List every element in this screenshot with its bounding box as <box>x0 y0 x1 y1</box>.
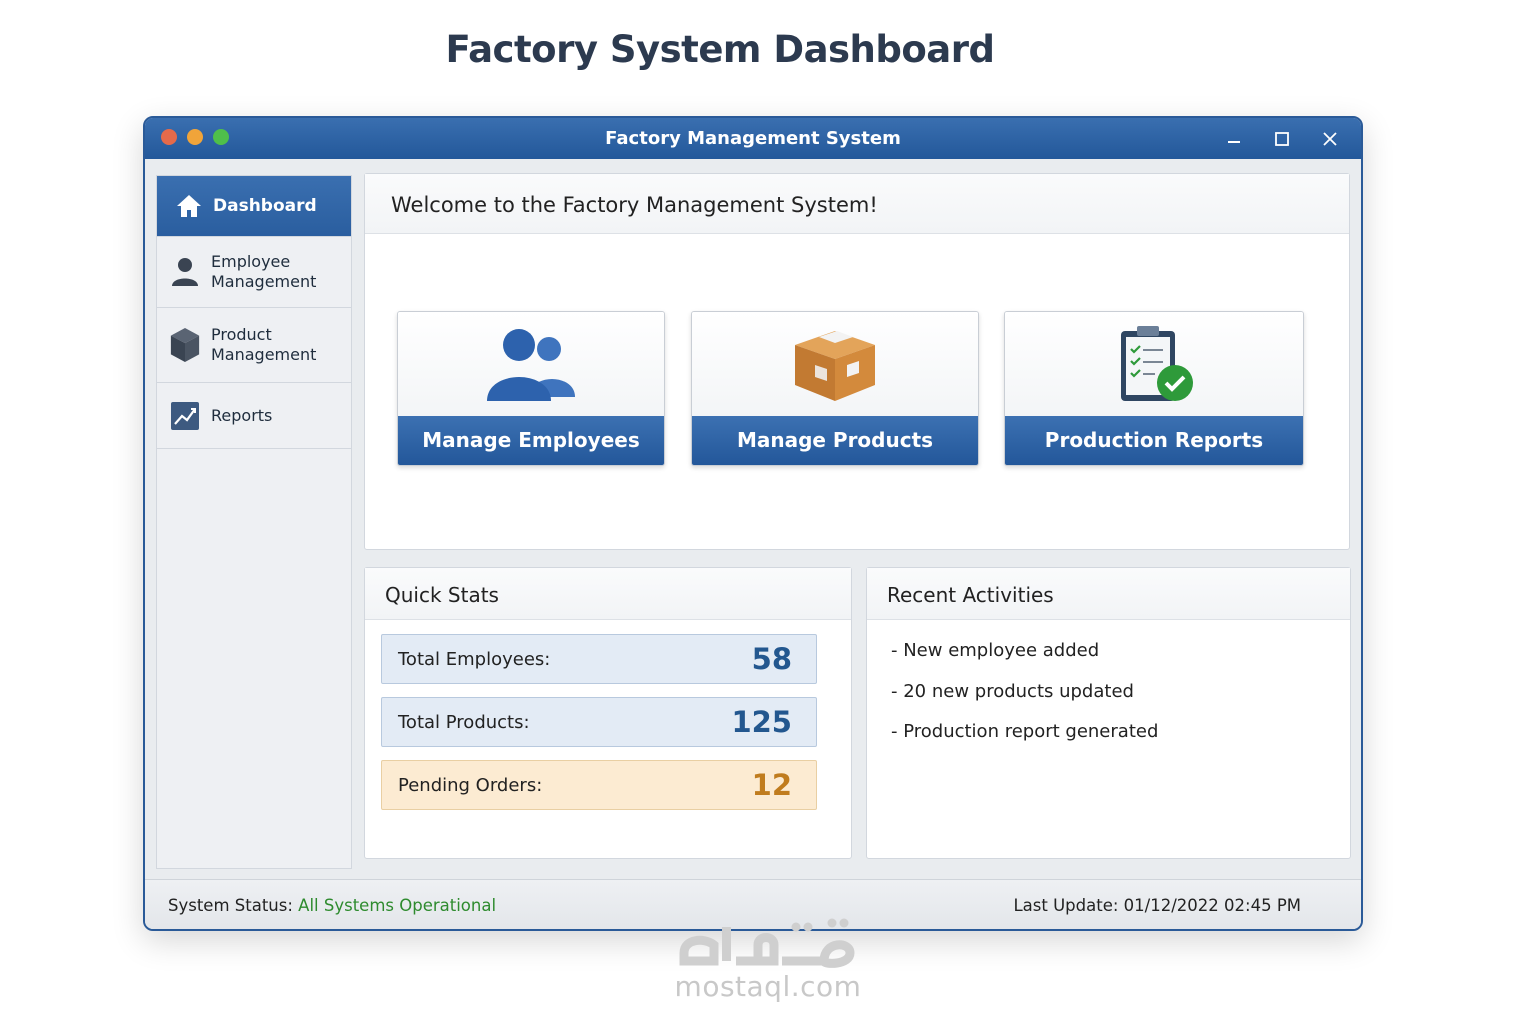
app-window: Factory Management System Dashboard Empl… <box>143 116 1363 931</box>
maximize-icon <box>1275 131 1289 146</box>
cube-icon <box>169 328 201 362</box>
manage-employees-button[interactable]: Manage Employees <box>398 416 664 465</box>
welcome-panel: Welcome to the Factory Management System… <box>364 173 1350 550</box>
sidebar-item-product-management[interactable]: Product Management <box>157 308 351 383</box>
production-reports-card[interactable]: Production Reports <box>1004 311 1304 466</box>
stat-value: 12 <box>751 768 792 802</box>
list-item: - 20 new products updated <box>891 680 1134 702</box>
last-update-label: Last Update: <box>1013 896 1119 915</box>
window-title: Factory Management System <box>605 128 901 149</box>
close-button[interactable] <box>1307 118 1353 159</box>
manage-employees-card[interactable]: Manage Employees <box>397 311 665 466</box>
box-icon <box>795 330 875 401</box>
list-item: - New employee added <box>891 640 1100 661</box>
home-icon <box>173 190 205 222</box>
clipboard-check-icon <box>1121 325 1193 401</box>
recent-activities-title: Recent Activities <box>867 568 1350 620</box>
watermark-text: mostaql.com <box>674 970 862 1003</box>
stat-value: 125 <box>731 705 792 739</box>
stat-label: Total Products: <box>398 711 530 733</box>
last-update-value: 01/12/2022 02:45 PM <box>1123 896 1301 915</box>
sidebar: Dashboard Employee Management Product Ma… <box>156 175 352 869</box>
users-icon <box>487 328 575 401</box>
recent-activities-panel: Recent Activities - New employee added -… <box>866 567 1351 859</box>
sidebar-item-label: Dashboard <box>213 196 317 216</box>
sidebar-item-label: Management <box>211 272 317 291</box>
sidebar-item-dashboard[interactable]: Dashboard <box>157 176 351 237</box>
quick-stats-panel: Quick Stats Total Employees: 58 Total Pr… <box>364 567 852 859</box>
stat-label: Pending Orders: <box>398 774 543 796</box>
stat-label: Total Employees: <box>398 648 551 670</box>
maximize-button[interactable] <box>1259 118 1305 159</box>
user-icon <box>169 256 201 288</box>
sidebar-item-label: Employee <box>211 252 291 271</box>
minimize-button[interactable] <box>1211 118 1257 159</box>
stat-total-products: Total Products: 125 <box>381 697 817 747</box>
title-bar: Factory Management System <box>145 118 1361 159</box>
close-icon <box>1323 131 1337 146</box>
sidebar-item-label: Product <box>211 325 272 344</box>
quick-stats-title: Quick Stats <box>365 568 851 620</box>
sidebar-item-employee-management[interactable]: Employee Management <box>157 237 351 308</box>
activity-list: - New employee added - 20 new products u… <box>867 620 1350 760</box>
welcome-title: Welcome to the Factory Management System… <box>365 174 1349 234</box>
stat-total-employees: Total Employees: 58 <box>381 634 817 684</box>
sidebar-item-label: Management <box>211 345 317 364</box>
stat-pending-orders: Pending Orders: 12 <box>381 760 817 810</box>
status-value: All Systems Operational <box>298 896 497 915</box>
sidebar-item-label: Reports <box>211 405 273 425</box>
page-title: Factory System Dashboard <box>445 28 995 71</box>
stat-value: 58 <box>751 642 792 676</box>
manage-products-card[interactable]: Manage Products <box>691 311 979 466</box>
minimize-icon <box>1228 140 1240 143</box>
list-item: - Production report generated <box>891 721 1159 742</box>
status-label: System Status: <box>168 896 293 915</box>
watermark: mostaql.com <box>672 912 864 1002</box>
manage-products-button[interactable]: Manage Products <box>692 416 978 465</box>
chart-icon <box>169 400 201 432</box>
mostaql-logo-icon <box>679 918 855 968</box>
production-reports-button[interactable]: Production Reports <box>1005 416 1303 465</box>
sidebar-item-reports[interactable]: Reports <box>157 383 351 449</box>
